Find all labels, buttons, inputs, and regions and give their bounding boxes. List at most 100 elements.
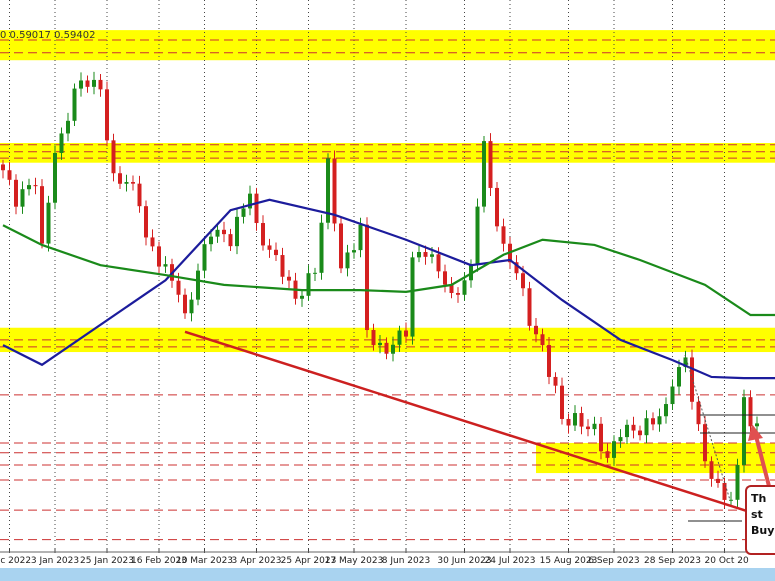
support-resistance-zone xyxy=(0,30,775,61)
candle-body xyxy=(410,257,415,337)
candle-body xyxy=(40,186,44,244)
x-tick-label: Dec 2022 xyxy=(0,556,31,566)
support-resistance-zone xyxy=(0,143,775,163)
candle-body xyxy=(729,499,733,501)
candle-body xyxy=(235,216,239,247)
annotation-line: st xyxy=(751,508,763,521)
candle-body xyxy=(189,299,194,314)
candle-body xyxy=(345,252,350,269)
candle-body xyxy=(33,185,38,187)
candle-body xyxy=(436,254,441,272)
candle-body xyxy=(690,357,694,402)
candle-body xyxy=(495,187,499,227)
candle-body xyxy=(599,423,603,452)
candle-body xyxy=(254,193,259,224)
candle-body xyxy=(261,223,265,246)
x-tick-label: 28 Sep 2023 xyxy=(644,556,701,566)
candle-body xyxy=(397,330,402,345)
candle-body xyxy=(404,330,408,337)
candle-body xyxy=(72,88,77,121)
candle-body xyxy=(664,404,668,417)
candle-body xyxy=(748,397,753,427)
candle-body xyxy=(1,164,5,171)
annotation-line: Buy xyxy=(751,524,775,537)
candle-body xyxy=(92,79,96,87)
candle-body xyxy=(462,280,467,295)
candle-body xyxy=(137,183,142,207)
candle-body xyxy=(274,249,278,256)
candle-body xyxy=(417,252,421,258)
candle-body xyxy=(7,170,12,180)
x-tick-label: 6 Sep 2023 xyxy=(588,556,639,566)
candle-body xyxy=(631,424,636,431)
x-tick-label: 20 Oct 20 xyxy=(705,556,749,566)
x-tick-label: 25 Jan 2023 xyxy=(80,556,134,566)
annotation-box: Th st Buy xyxy=(745,485,775,555)
candle-body xyxy=(241,208,246,217)
candle-body xyxy=(423,252,428,257)
candle-body xyxy=(475,206,480,265)
status-bar xyxy=(0,568,775,581)
candle-body xyxy=(755,423,759,427)
candle-body xyxy=(703,424,707,462)
candle-body xyxy=(534,325,538,335)
candle-body xyxy=(222,229,226,235)
candle-body xyxy=(677,367,681,387)
candle-body xyxy=(300,295,304,299)
candle-body xyxy=(638,430,642,436)
candle-body xyxy=(157,246,161,267)
candle-body xyxy=(573,413,577,426)
candle-body xyxy=(79,80,83,89)
candle-body xyxy=(742,397,746,465)
candle-body xyxy=(443,271,447,285)
candle-body xyxy=(547,345,551,377)
candle-body xyxy=(540,334,545,346)
candle-body xyxy=(105,89,109,141)
candle-body xyxy=(20,189,25,207)
candle-body xyxy=(566,418,571,426)
x-tick-label: 3 Jan 2023 xyxy=(31,556,79,566)
x-tick-label: 24 Jul 2023 xyxy=(485,556,536,566)
candle-body xyxy=(352,250,356,253)
candle-body xyxy=(215,229,220,237)
x-tick-label: 8 Jun 2023 xyxy=(382,556,430,566)
candle-body xyxy=(306,273,311,296)
candle-body xyxy=(267,245,272,250)
candle-body xyxy=(592,423,597,430)
candle-body xyxy=(118,173,122,184)
annotation-line: Th xyxy=(751,492,767,505)
candle-body xyxy=(196,270,200,300)
candle-body xyxy=(66,120,70,134)
candle-body xyxy=(625,424,629,438)
candle-body xyxy=(319,222,324,273)
candle-body xyxy=(553,376,558,386)
candle-body xyxy=(456,293,460,295)
candle-body xyxy=(605,451,610,458)
candle-body xyxy=(358,224,363,251)
x-tick-label: 3 Apr 2023 xyxy=(232,556,282,566)
candle-body xyxy=(651,418,655,425)
ohlc-readout: 0 0.59017 0.59402 xyxy=(0,30,96,41)
candle-body xyxy=(560,385,564,419)
candle-body xyxy=(618,437,623,442)
candle-body xyxy=(27,185,31,190)
candle-body xyxy=(378,342,382,346)
candle-body xyxy=(391,344,395,354)
candle-body xyxy=(85,80,90,87)
candle-body xyxy=(150,237,155,247)
candle-body xyxy=(313,272,317,274)
x-tick-label: 10 Mar 2023 xyxy=(176,556,233,566)
candle-body xyxy=(124,182,129,184)
candle-body xyxy=(586,426,590,430)
candle-body xyxy=(430,254,434,257)
candle-body xyxy=(46,202,51,244)
candle-body xyxy=(287,276,291,281)
candle-body xyxy=(657,416,662,425)
candle-body xyxy=(176,280,181,295)
candle-body xyxy=(527,288,532,326)
candle-body xyxy=(696,401,701,425)
candle-body xyxy=(339,223,343,269)
candle-body xyxy=(280,255,285,277)
candle-body xyxy=(59,133,64,153)
candle-body xyxy=(488,141,493,188)
